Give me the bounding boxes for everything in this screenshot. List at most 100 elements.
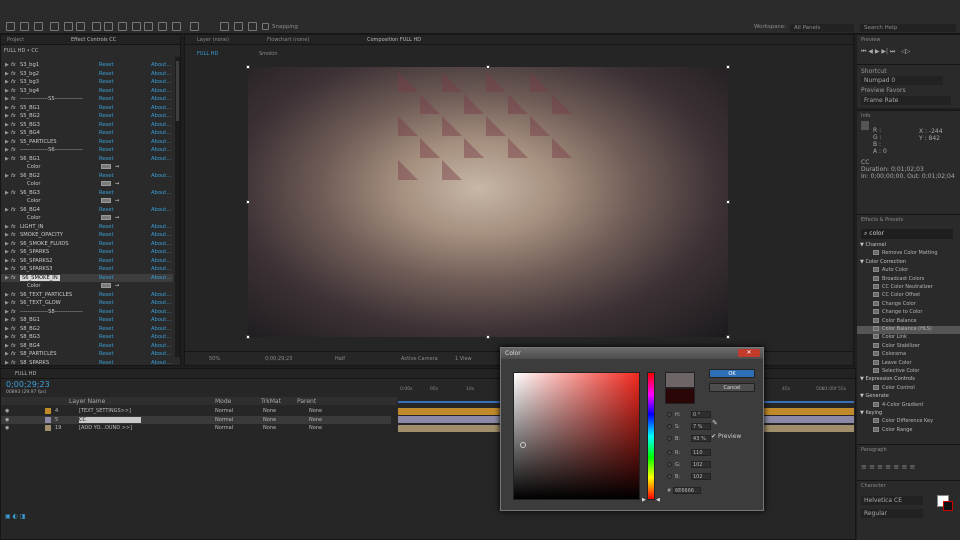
dialog-titlebar[interactable]: Color ✕ — [501, 348, 763, 359]
layer-name[interactable]: [TEXT_SETTINGS>>] — [79, 408, 131, 414]
effect-row[interactable]: ▶ fx S6_BG1 Reset About... — [1, 155, 173, 164]
reset-link[interactable]: Reset — [99, 326, 114, 332]
layer-trkmat[interactable]: None — [263, 425, 276, 431]
zoom-select[interactable]: 50% — [209, 356, 220, 362]
about-link[interactable]: About... — [151, 309, 171, 315]
about-link[interactable]: About... — [151, 62, 171, 68]
reset-link[interactable]: Reset — [99, 79, 114, 85]
about-link[interactable]: About... — [151, 334, 171, 340]
effect-row[interactable]: ▶ fx S6_SPARKS2 Reset About... — [1, 257, 173, 266]
layer-label-color[interactable] — [45, 408, 51, 414]
effect-preset-item[interactable]: Leave Color — [857, 359, 960, 368]
shortcut-select[interactable]: Numpad 0 — [861, 76, 943, 85]
fx-icon[interactable]: fx — [11, 113, 16, 119]
eraser-tool-icon[interactable] — [158, 22, 167, 31]
pan-tool-icon[interactable] — [76, 22, 85, 31]
fx-icon[interactable]: fx — [11, 130, 16, 136]
tab-timeline-fullhd[interactable]: FULL HD — [15, 371, 36, 377]
effect-preset-item[interactable]: CC Color Neutralizer — [857, 284, 960, 292]
layer-parent[interactable]: None — [309, 425, 322, 431]
about-link[interactable]: About... — [151, 130, 171, 136]
effect-row[interactable]: ▶ fx S3_bg4 Reset About... — [1, 87, 173, 96]
fx-icon[interactable]: fx — [11, 266, 16, 272]
fx-icon[interactable]: fx — [11, 232, 16, 238]
brightness-value[interactable]: 43 % — [691, 435, 711, 442]
effect-row[interactable]: ▶ fx S5_PARTICLES Reset About... — [1, 138, 173, 147]
reset-link[interactable]: Reset — [99, 156, 114, 162]
ok-button[interactable]: OK — [709, 369, 755, 378]
expand-triangle-icon[interactable]: ▶ — [5, 300, 9, 306]
effect-preset-item[interactable]: Color Control — [857, 384, 960, 393]
color-swatch[interactable] — [101, 181, 111, 186]
fx-icon[interactable]: fx — [11, 292, 16, 298]
zoom-tool-icon[interactable] — [34, 22, 43, 31]
expand-triangle-icon[interactable]: ▶ — [5, 317, 9, 323]
rotate-tool-icon[interactable] — [50, 22, 59, 31]
hue-value[interactable]: 0 ° — [691, 411, 711, 418]
expand-triangle-icon[interactable]: ▶ — [5, 275, 9, 281]
effect-row[interactable]: ▶ fx S8_PARTICLES Reset About... — [1, 350, 173, 359]
layer-mode[interactable]: Normal — [215, 417, 233, 423]
reset-link[interactable]: Reset — [99, 275, 114, 281]
red-value[interactable]: 110 — [691, 449, 711, 456]
expand-triangle-icon[interactable]: ▶ — [5, 156, 9, 162]
expand-triangle-icon[interactable]: ▶ — [5, 224, 9, 230]
eyedropper-icon[interactable]: ⇝ — [115, 283, 119, 289]
transform-handle[interactable] — [246, 335, 250, 339]
fx-icon[interactable]: fx — [11, 258, 16, 264]
about-link[interactable]: About... — [151, 105, 171, 111]
hex-value[interactable]: 6E6666 — [673, 487, 701, 494]
effect-preset-item[interactable]: Broadcast Colors — [857, 275, 960, 284]
fx-icon[interactable]: fx — [11, 88, 16, 94]
expand-triangle-icon[interactable]: ▶ — [5, 62, 9, 68]
comp-timecode[interactable]: 0;00;29;23 — [265, 356, 292, 362]
close-icon[interactable]: ✕ — [738, 349, 760, 357]
fx-icon[interactable]: fx — [11, 122, 16, 128]
effect-row[interactable]: ▶ fx S6_TEXT_GLOW Reset About... — [1, 299, 173, 308]
layer-mode[interactable]: Normal — [215, 425, 233, 431]
saturation-radio[interactable] — [667, 424, 672, 429]
effect-row[interactable]: ▶ fx S8_BG2 Reset About... — [1, 325, 173, 334]
layer-label-color[interactable] — [45, 425, 51, 431]
reset-link[interactable]: Reset — [99, 96, 114, 102]
hue-slider-arrow[interactable]: ▶ — [642, 497, 646, 503]
effect-row[interactable]: ▶ fx S5_BG2 Reset About... — [1, 112, 173, 121]
rectangle-tool-icon[interactable] — [92, 22, 101, 31]
tab-composition[interactable]: Composition FULL HD — [367, 37, 421, 43]
about-link[interactable]: About... — [151, 190, 171, 196]
reset-link[interactable]: Reset — [99, 266, 114, 272]
effect-color-param[interactable]: Color ⇝ — [1, 163, 173, 172]
green-field[interactable]: G: 102 — [667, 461, 711, 468]
effect-category[interactable]: ▼ Expression Controls — [857, 376, 960, 384]
reset-link[interactable]: Reset — [99, 147, 114, 153]
about-link[interactable]: About... — [151, 343, 171, 349]
axis-view-icon[interactable] — [248, 22, 257, 31]
puppet-tool-icon[interactable] — [190, 22, 199, 31]
timeline-timecode[interactable]: 0;00;29;23 — [6, 380, 50, 389]
color-cursor[interactable] — [520, 442, 526, 448]
effect-row[interactable]: ▶ fx SMOKE_OPACITY Reset About... — [1, 231, 173, 240]
transform-handle[interactable] — [486, 335, 490, 339]
tab-layer[interactable]: Layer (none) — [197, 37, 229, 43]
fx-icon[interactable]: fx — [11, 326, 16, 332]
layer-mode[interactable]: Normal — [215, 408, 233, 414]
effect-row[interactable]: ▶ fx S8_SPARKS Reset About... — [1, 359, 173, 366]
effects-scrollbar[interactable] — [175, 57, 180, 357]
fx-icon[interactable]: fx — [11, 241, 16, 247]
workspace-select[interactable]: All Panels — [790, 24, 854, 32]
transform-handle[interactable] — [246, 65, 250, 69]
effect-preset-item[interactable]: Color Link — [857, 334, 960, 342]
saturation-field[interactable]: S: 7 % — [667, 423, 711, 430]
effect-preset-item[interactable]: Color Stabilizer — [857, 342, 960, 351]
effect-row[interactable]: ▶ fx S5_BG3 Reset About... — [1, 121, 173, 130]
transform-handle[interactable] — [246, 200, 250, 204]
effect-row[interactable]: ▶ fx S3_bg2 Reset About... — [1, 70, 173, 79]
expand-triangle-icon[interactable]: ▶ — [5, 113, 9, 119]
fx-icon[interactable]: fx — [11, 173, 16, 179]
expand-triangle-icon[interactable]: ▶ — [5, 71, 9, 77]
about-link[interactable]: About... — [151, 147, 171, 153]
effect-preset-item[interactable]: Remove Color Matting — [857, 250, 960, 258]
reset-link[interactable]: Reset — [99, 207, 114, 213]
expand-triangle-icon[interactable]: ▶ — [5, 292, 9, 298]
expand-triangle-icon[interactable]: ▶ — [5, 326, 9, 332]
